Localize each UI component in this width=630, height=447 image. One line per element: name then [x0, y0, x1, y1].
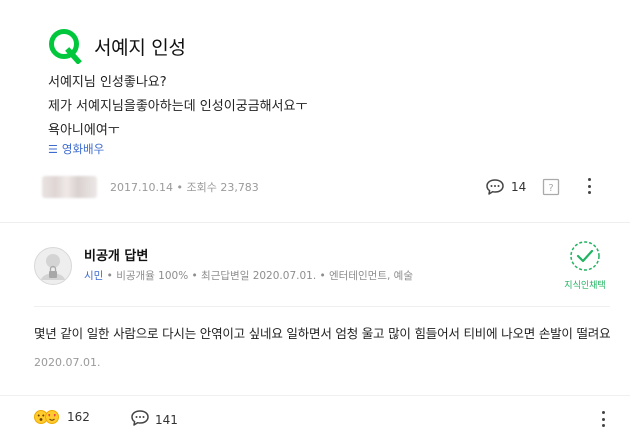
heart-eyes-face-icon — [45, 410, 59, 424]
answer-meta: 시민 • 비공개율 100% • 최근답변일 2020.07.01. • 엔터테… — [84, 268, 413, 283]
avatar — [34, 247, 72, 285]
comment-icon[interactable] — [130, 409, 150, 427]
comment-count: 14 — [511, 180, 527, 194]
question-line: 서예지님 인성좋나요? — [48, 75, 167, 90]
answer-comment-count: 141 — [155, 413, 178, 427]
answer-rank[interactable]: 시민 — [84, 270, 103, 282]
chosen-label: 지식인채택 — [564, 281, 606, 291]
svg-text:?: ? — [548, 183, 553, 194]
question-meta: 2017.10.14 • 조회수 23,783 — [42, 173, 259, 201]
divider — [0, 222, 630, 223]
blurred-author — [42, 176, 97, 198]
question-header: 서예지 인성 — [48, 28, 186, 64]
question-meta-text: 2017.10.14 • 조회수 23,783 — [110, 181, 259, 194]
divider — [0, 395, 630, 396]
category-link[interactable]: ☰ 영화배우 — [48, 141, 104, 157]
question-actions: 14 ? — [485, 176, 605, 198]
answer-meta-text: • 비공개율 100% • 최근답변일 2020.07.01. • 엔터테인먼트… — [103, 270, 413, 282]
chosen-badge: 지식인채택 — [560, 240, 610, 291]
question-box-icon[interactable]: ? — [542, 178, 560, 196]
reaction-count: 162 — [67, 410, 90, 424]
question-line: 욕아니에여ㅜ — [48, 123, 120, 138]
question-line: 제가 서예지님을좋아하는데 인성이궁금해서요ㅜ — [48, 99, 308, 114]
more-icon[interactable] — [586, 178, 592, 194]
category-label: 영화배우 — [61, 142, 105, 156]
answer-body: 몇년 같이 일한 사람으로 다시는 안엮이고 싶네요 일하면서 엄청 울고 많이… — [34, 326, 611, 341]
check-circle-icon — [570, 241, 600, 271]
reaction-button[interactable]: 162 — [34, 410, 90, 424]
q-logo-icon — [49, 29, 82, 64]
question-title: 서예지 인성 — [94, 36, 186, 59]
answer-author-name: 비공개 답변 — [84, 249, 149, 264]
divider — [34, 306, 610, 307]
question-body: 서예지님 인성좋나요? 제가 서예지님을좋아하는데 인성이궁금해서요ㅜ 욕아니에… — [48, 71, 307, 143]
answer-date: 2020.07.01. — [34, 356, 101, 369]
more-icon[interactable] — [600, 411, 606, 427]
comment-icon[interactable] — [485, 178, 505, 196]
list-icon: ☰ — [48, 142, 58, 156]
